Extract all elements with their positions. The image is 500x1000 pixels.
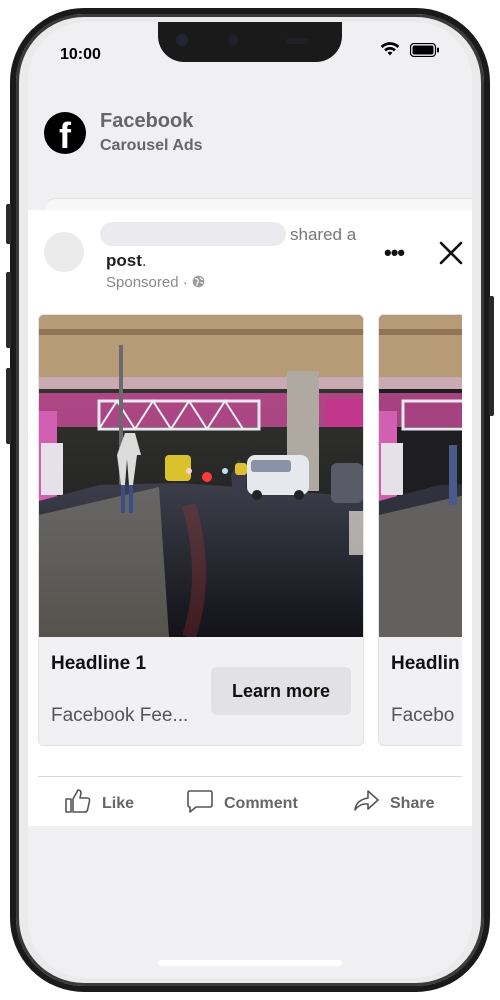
post-actions-bar: Like Comment Share: [28, 788, 472, 824]
carousel-card[interactable]: Headline 1 Facebook Fee... Learn more: [38, 314, 364, 746]
volume-up-button: [6, 272, 11, 348]
phone-screen: 10:00 f Facebook Carousel Ads shared a p…: [28, 22, 472, 978]
carousel-card-image: [379, 315, 462, 637]
shared-text: shared a: [290, 225, 357, 244]
sponsored-post: shared a post. Sponsored · ••• Headline …: [28, 210, 472, 826]
more-options-button[interactable]: •••: [384, 240, 405, 266]
header-title: Facebook: [100, 110, 194, 132]
close-icon[interactable]: [438, 240, 464, 266]
front-camera: [176, 34, 188, 46]
thumbs-up-icon: [64, 788, 92, 819]
ad-format-header: f Facebook Carousel Ads: [44, 110, 203, 155]
post-label: post.: [106, 251, 147, 271]
like-label: Like: [102, 794, 135, 812]
post-punct: .: [141, 251, 147, 270]
battery-icon: [409, 42, 440, 62]
card-headline: Headline 1: [51, 653, 147, 674]
learn-more-button[interactable]: Learn more: [211, 667, 351, 715]
sensor: [228, 35, 238, 45]
card-description: Facebo: [391, 705, 455, 726]
carousel-card-image: [39, 315, 363, 640]
comment-icon: [186, 788, 214, 819]
comment-button[interactable]: Comment: [186, 788, 298, 819]
power-button: [489, 296, 494, 416]
comment-label: Comment: [224, 794, 298, 812]
carousel-card[interactable]: Headlin Facebo: [378, 314, 462, 746]
wifi-icon: [380, 42, 400, 62]
facebook-logo-icon: f: [44, 111, 86, 154]
header-subtitle: Carousel Ads: [100, 137, 203, 154]
sponsored-text: Sponsored ·: [106, 274, 188, 291]
sponsored-label: Sponsored ·: [106, 274, 205, 291]
speaker: [286, 38, 308, 44]
card-description: Facebook Fee...: [51, 705, 189, 726]
status-time: 10:00: [60, 46, 101, 63]
share-icon: [352, 788, 380, 819]
like-button[interactable]: Like: [64, 788, 134, 819]
globe-icon: [192, 274, 205, 291]
share-label: Share: [390, 794, 435, 812]
status-icons: [380, 42, 440, 62]
post-word: post: [106, 251, 142, 270]
mute-switch: [6, 204, 11, 244]
author-name-placeholder[interactable]: [100, 222, 286, 246]
card-headline: Headlin: [391, 653, 460, 674]
divider: [38, 776, 462, 777]
volume-down-button: [6, 368, 11, 444]
home-indicator[interactable]: [158, 960, 342, 966]
carousel[interactable]: Headline 1 Facebook Fee... Learn more He…: [38, 314, 462, 746]
share-button[interactable]: Share: [352, 788, 434, 819]
avatar[interactable]: [44, 232, 84, 272]
notch: [158, 22, 342, 62]
